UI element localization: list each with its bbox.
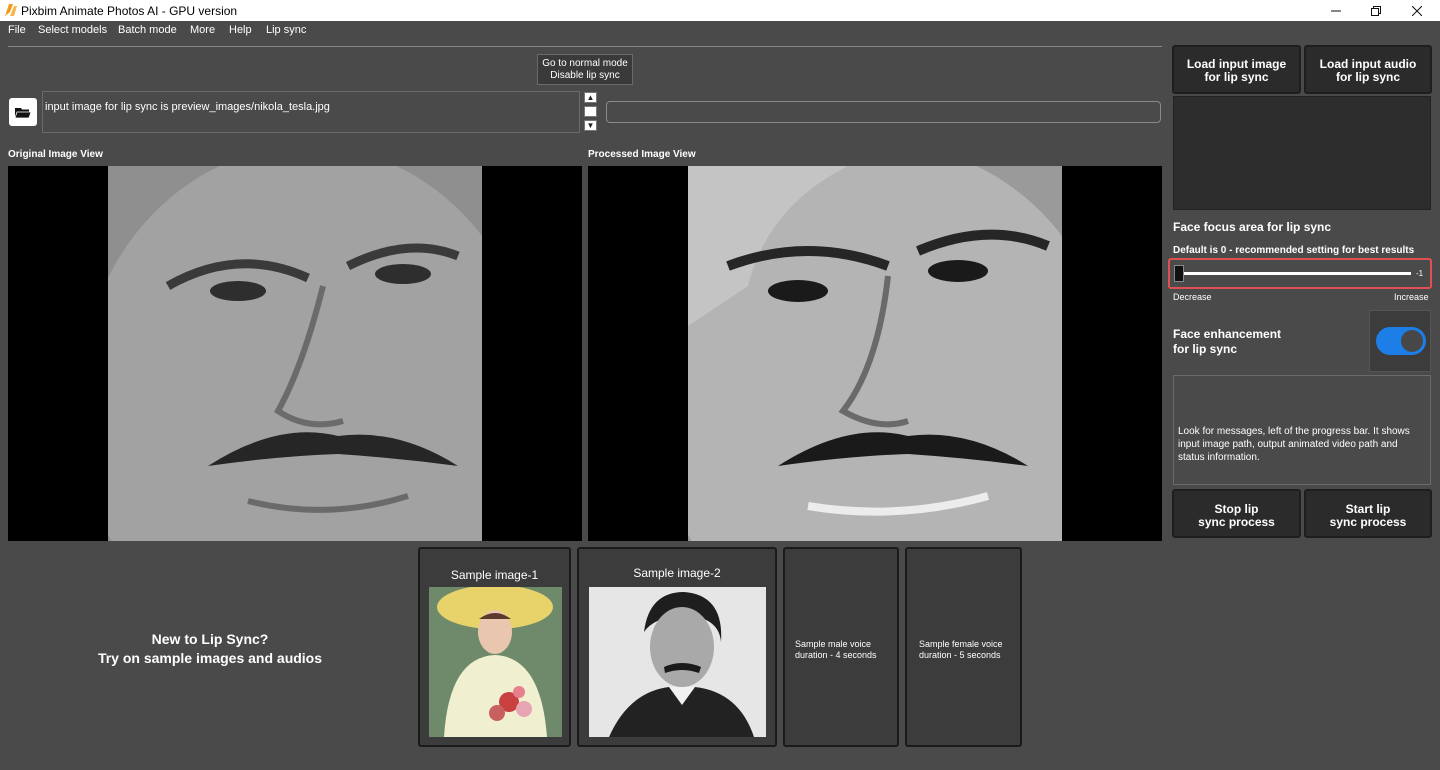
sample-image-2-thumbnail [589,587,766,737]
enh-line2: for lip sync [1173,342,1238,356]
path-textbox[interactable]: input image for lip sync is preview_imag… [42,91,580,133]
close-icon [1412,5,1422,16]
window-title: Pixbim Animate Photos AI - GPU version [21,4,238,18]
progress-bar [606,101,1161,123]
sample-image-2-title: Sample image-2 [633,566,721,580]
start-lip-sync-button[interactable]: Start lip sync process [1304,489,1432,538]
slider-thumb[interactable] [1174,265,1184,282]
scroll-thumb[interactable] [584,106,597,117]
load-input-audio-button[interactable]: Load input audio for lip sync [1304,45,1432,94]
mode-button-line1: Go to normal mode [542,58,628,69]
lip-sync-intro: New to Lip Sync? Try on sample images an… [40,630,380,668]
female-voice-label: Sample female voice duration - 5 seconds [919,639,1003,661]
sample-male-voice-card[interactable]: Sample male voice duration - 4 seconds [783,547,899,747]
stop-line2: sync process [1198,515,1275,529]
sample-female-voice-card[interactable]: Sample female voice duration - 5 seconds [905,547,1022,747]
mode-button-line2: Disable lip sync [550,70,620,81]
face-enhancement-toggle-box [1369,310,1431,372]
close-button[interactable] [1394,0,1440,21]
menu-select-models[interactable]: Select models [38,24,107,36]
divider [8,46,1162,47]
path-scrollbar[interactable]: ▲ ▼ [584,91,599,133]
original-image-view [8,166,582,541]
maximize-button[interactable] [1353,0,1399,21]
open-folder-button[interactable] [9,98,37,126]
face-focus-slider[interactable]: -1 [1168,258,1432,289]
audio-preview-panel [1173,96,1431,210]
sample-image-2-card[interactable]: Sample image-2 [577,547,777,747]
menu-help[interactable]: Help [229,24,252,36]
menu-file[interactable]: File [8,24,26,36]
male-line2: duration - 4 seconds [795,650,877,660]
face-enhancement-label: Face enhancement for lip sync [1173,327,1281,357]
folder-icon [15,107,31,118]
enh-line1: Face enhancement [1173,327,1282,341]
stop-lip-sync-button[interactable]: Stop lip sync process [1172,489,1301,538]
scroll-up-icon[interactable]: ▲ [584,92,597,103]
intro-line1: New to Lip Sync? [151,631,269,647]
female-line2: duration - 5 seconds [919,650,1001,660]
male-line1: Sample male voice [795,639,872,649]
decrease-label: Decrease [1173,292,1212,302]
restore-icon [1371,5,1381,16]
menu-batch-mode[interactable]: Batch mode [118,24,177,36]
message-box: Look for messages, left of the progress … [1173,375,1431,485]
menu-bar: File Select models Batch mode More Help … [0,21,1440,41]
load-audio-line2: for lip sync [1335,70,1400,84]
minimize-icon [1331,10,1341,11]
processed-image-view [588,166,1162,541]
menu-more[interactable]: More [190,24,215,36]
female-line1: Sample female voice [919,639,1003,649]
scroll-down-icon[interactable]: ▼ [584,120,597,131]
load-input-image-button[interactable]: Load input image for lip sync [1172,45,1301,94]
app-logo-icon [5,4,17,16]
load-image-line2: for lip sync [1204,70,1269,84]
toggle-knob [1401,330,1423,352]
original-portrait-image [108,166,482,541]
intro-line2: Try on sample images and audios [97,650,323,666]
menu-lip-sync[interactable]: Lip sync [266,24,306,36]
increase-label: Increase [1394,292,1429,302]
start-line2: sync process [1329,515,1407,529]
sample-image-1-thumbnail [429,587,562,737]
title-bar: Pixbim Animate Photos AI - GPU version [0,0,1440,21]
sample-image-1-card[interactable]: Sample image-1 [418,547,571,747]
slider-value: -1 [1416,269,1424,278]
sample-image-1-title: Sample image-1 [450,568,539,582]
male-voice-label: Sample male voice duration - 4 seconds [795,639,877,661]
face-focus-subtitle: Default is 0 - recommended setting for b… [1173,245,1415,256]
face-focus-title: Face focus area for lip sync [1173,220,1332,234]
processed-view-label: Processed Image View [588,149,696,160]
original-view-label: Original Image View [8,149,103,160]
face-enhancement-toggle[interactable] [1376,327,1426,355]
processed-portrait-image [688,166,1062,541]
normal-mode-button[interactable]: Go to normal mode Disable lip sync [537,54,633,85]
slider-track [1180,272,1411,275]
